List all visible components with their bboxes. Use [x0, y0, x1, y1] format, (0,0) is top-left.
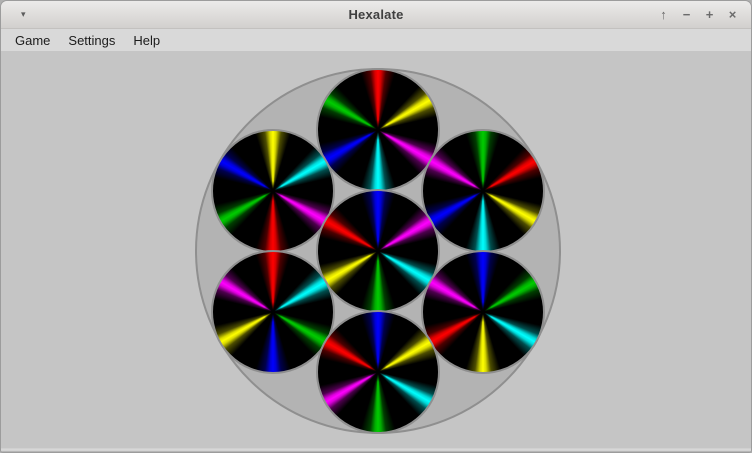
maximize-icon[interactable]: +	[702, 1, 717, 28]
close-icon[interactable]: ×	[725, 1, 740, 28]
window-title: Hexalate	[348, 7, 403, 22]
menu-settings[interactable]: Settings	[59, 31, 124, 50]
disc-bottom[interactable]	[316, 310, 440, 434]
menubar: Game Settings Help	[1, 29, 751, 51]
disc-center[interactable]	[316, 189, 440, 313]
disc-upper-left[interactable]	[211, 129, 335, 253]
disc-lower-left[interactable]	[211, 250, 335, 374]
disc-upper-right[interactable]	[421, 129, 545, 253]
disc-lower-right[interactable]	[421, 250, 545, 374]
menu-help[interactable]: Help	[124, 31, 169, 50]
minimize-icon[interactable]: −	[679, 1, 694, 28]
game-board	[1, 51, 751, 448]
menu-game[interactable]: Game	[6, 31, 59, 50]
window-controls: ↑ − + ×	[656, 1, 740, 28]
app-window: ▾ Hexalate ↑ − + × Game Settings Help	[0, 0, 752, 453]
shade-icon[interactable]: ↑	[656, 1, 671, 28]
titlebar: ▾ Hexalate ↑ − + ×	[1, 1, 751, 29]
window-bottom-edge	[1, 448, 751, 452]
disc-top[interactable]	[316, 68, 440, 192]
window-menu-icon[interactable]: ▾	[15, 1, 32, 28]
